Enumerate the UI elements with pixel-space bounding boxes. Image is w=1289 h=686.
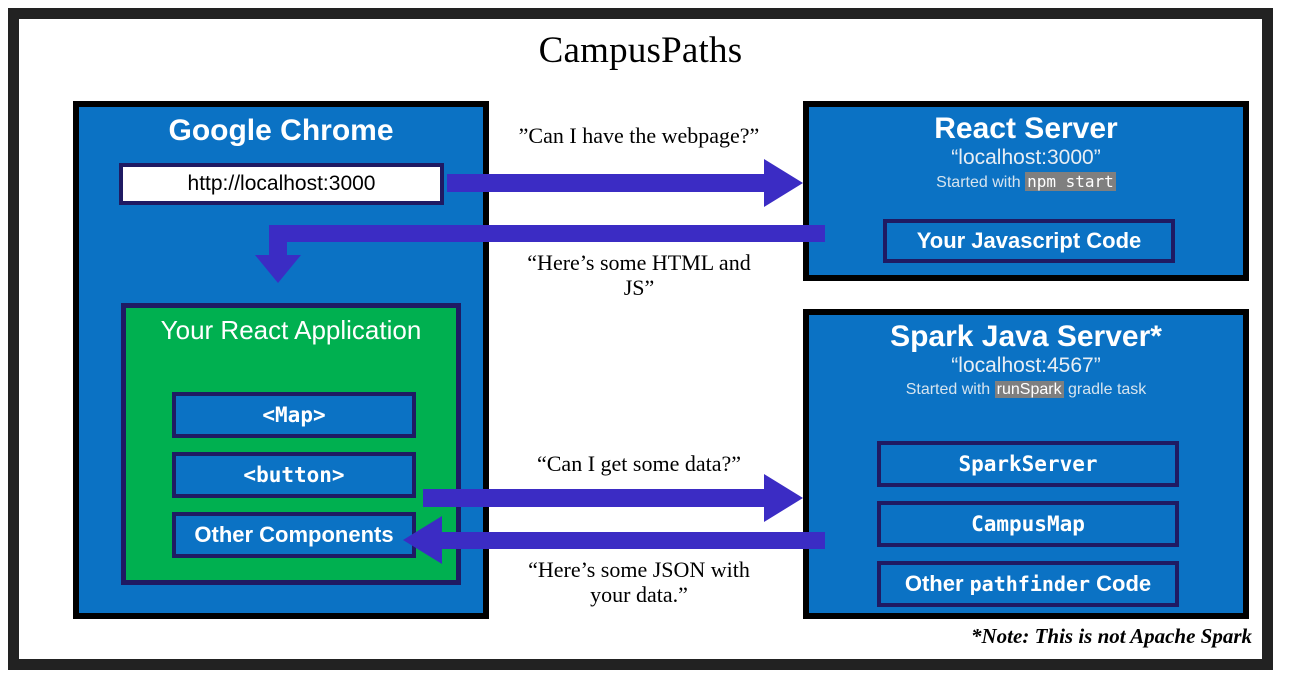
react-server-box: React Server “localhost:3000” Started wi… — [803, 101, 1249, 281]
caption-response-webpage-line1: “Here’s some HTML and — [527, 250, 751, 275]
sparkserver-class-box[interactable]: SparkServer — [877, 441, 1179, 487]
caption-request-webpage: ”Can I have the webpage?” — [518, 123, 760, 148]
your-react-application-box: Your React Application <Map> <button> Ot… — [121, 303, 461, 585]
react-application-title: Your React Application — [160, 315, 422, 345]
diagram-canvas: CampusPaths Google Chrome http://localho… — [19, 19, 1262, 659]
campusmap-class-label: CampusMap — [971, 512, 1085, 536]
spark-started-prefix: Started with — [905, 380, 991, 398]
sparkserver-class-label: SparkServer — [958, 452, 1098, 476]
browser-url-bar[interactable]: http://localhost:3000 — [119, 163, 444, 205]
caption-response-data: “Here’s some JSON with your data.” — [479, 557, 799, 607]
caption-request-data: “Can I get some data?” — [536, 451, 741, 476]
caption-response-webpage: “Here’s some HTML and JS” — [489, 250, 789, 300]
other-pathfinder-code-label: Other pathfinder Code — [905, 571, 1151, 597]
react-server-title: React Server — [934, 112, 1118, 145]
google-chrome-title: Google Chrome — [168, 114, 394, 147]
spark-java-server-host: “localhost:4567” — [951, 353, 1101, 377]
your-javascript-code-box[interactable]: Your Javascript Code — [883, 219, 1175, 263]
caption-response-webpage-line2: JS” — [623, 274, 655, 300]
react-server-start-command: npm start — [1025, 171, 1116, 191]
caption-response-data-line1: “Here’s some JSON with — [528, 557, 750, 582]
spark-java-server-started-line: Started with runSpark gradle task — [809, 380, 1243, 399]
other-pathfinder-code-box[interactable]: Other pathfinder Code — [877, 561, 1179, 607]
component-other-components-label: Other Components — [194, 522, 394, 547]
caption-response-data-line2: your data.” — [590, 581, 688, 607]
component-button-label: <button> — [243, 463, 345, 487]
component-map-box[interactable]: <Map> — [172, 392, 416, 438]
component-map-label: <Map> — [262, 403, 326, 427]
your-javascript-code-label: Your Javascript Code — [916, 228, 1142, 253]
arrow-request-webpage — [447, 159, 803, 207]
browser-url-text: http://localhost:3000 — [187, 172, 376, 195]
spark-started-suffix: gradle task — [1068, 380, 1147, 398]
react-server-started-prefix: Started with — [936, 173, 1021, 191]
spark-java-server-title: Spark Java Server* — [890, 320, 1162, 353]
campusmap-class-box[interactable]: CampusMap — [877, 501, 1179, 547]
other-pathfinder-prefix: Other — [904, 571, 970, 596]
page-title: CampusPaths — [538, 30, 743, 71]
spark-start-task: runSpark — [994, 380, 1064, 398]
component-other-components-box[interactable]: Other Components — [172, 512, 416, 558]
component-button-box[interactable]: <button> — [172, 452, 416, 498]
other-pathfinder-suffix: Code — [1090, 571, 1152, 596]
google-chrome-box: Google Chrome http://localhost:3000 Your… — [73, 101, 489, 619]
other-pathfinder-mono: pathfinder — [969, 572, 1091, 596]
spark-java-server-box: Spark Java Server* “localhost:4567” Star… — [803, 309, 1249, 619]
react-server-host: “localhost:3000” — [951, 145, 1101, 169]
diagram-frame: CampusPaths Google Chrome http://localho… — [8, 8, 1273, 670]
react-server-started-line: Started with npm start — [809, 171, 1243, 192]
footnote-note: *Note: This is not Apache Spark — [971, 624, 1252, 648]
